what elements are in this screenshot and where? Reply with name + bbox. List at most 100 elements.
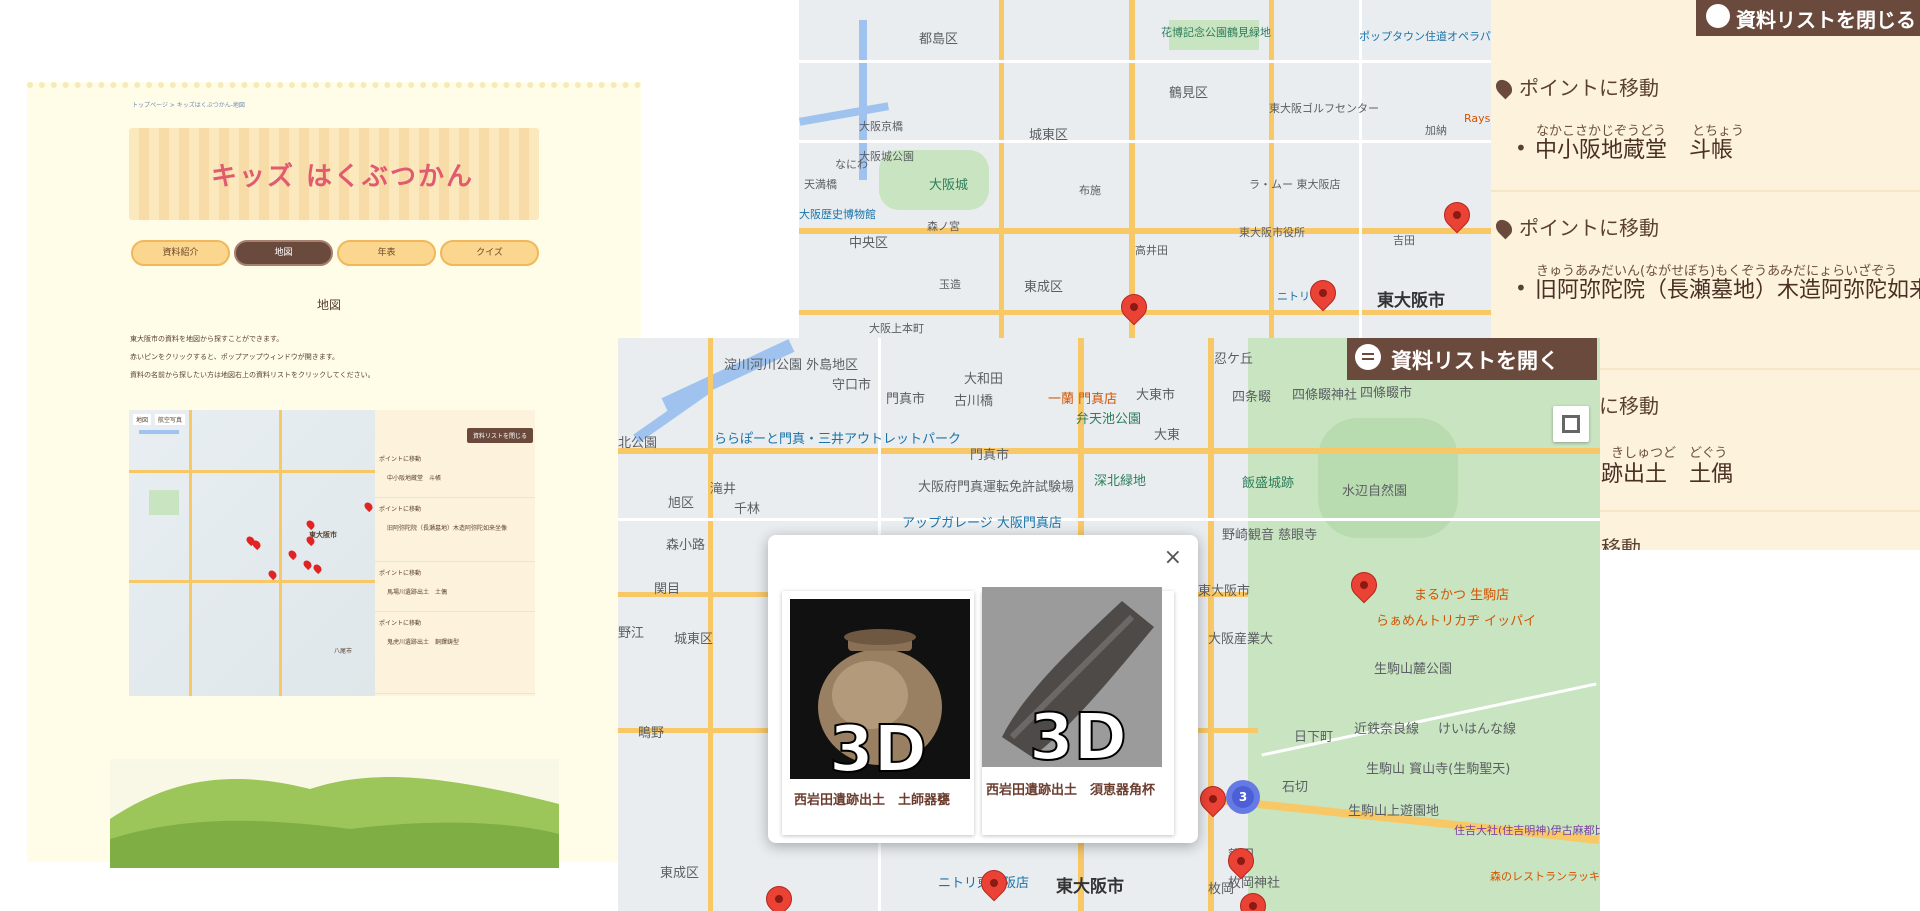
map-label: 旭区 [668,496,695,511]
map-label: 森のレストランラッキーガーデン [1490,870,1600,883]
map-pin[interactable] [286,548,299,561]
map-label: 滝井 [710,482,737,497]
map-label: 大阪産業大 [1208,632,1274,647]
map-pin[interactable] [1194,780,1232,820]
map-label: 森ノ宮 [927,220,960,233]
move-to-point-link[interactable]: ポイントに移動 [379,454,531,463]
map-pin[interactable] [1438,196,1476,236]
map-popup: × 3D 西岩田遺跡出土 土師器甕 3D 西岩田遺跡出土 須恵器角杯 [768,535,1198,843]
list-icon [1706,4,1730,28]
material-card[interactable]: 3D 西岩田遺跡出土 須恵器角杯 [982,587,1174,835]
map-label: 東大阪市役所 [1239,226,1305,239]
card-title[interactable]: 西岩田遺跡出土 土師器甕 [794,791,970,810]
map-label: 大阪上本町 [869,322,924,335]
material-name[interactable]: 鬼虎川遺跡出土 銅鐸鋳型 [379,637,531,646]
list-item[interactable]: ポイントに移動 中小阪地蔵堂 斗帳 [375,450,535,498]
map-label: 大阪歴史博物館 [799,208,876,221]
mini-map[interactable]: 地図 航空写真 東大阪市 八尾市 [129,410,375,696]
move-to-point-link[interactable]: 移動 [1601,532,1641,550]
move-to-point-link[interactable]: ポイントに移動 [379,504,531,513]
map-label: なにわ [835,158,868,171]
map-label: 東大阪市 [1198,584,1251,599]
tab-timeline[interactable]: 年表 [337,240,436,266]
map-label: 都島区 [919,32,959,47]
description-line: 東大阪市の資料を地図から探すことができます。 [130,335,284,343]
map-pin[interactable] [1304,274,1342,314]
map-pin[interactable] [1222,842,1260,882]
map-label: ニトリ [1277,290,1310,303]
list-item[interactable]: ポイントに移動 馬場川遺跡出土 土偶 [375,564,535,612]
close-list-button[interactable]: 資料リストを閉じる [1696,0,1920,36]
map-label: 森小路 [666,538,706,553]
material-name[interactable]: 跡出土 土偶 [1601,456,1733,488]
map-label: 弁天池公園 [1076,412,1142,427]
map-type-button[interactable]: 地図 [133,414,152,425]
map-label: 城東区 [674,632,714,647]
move-to-point-link[interactable]: ポイントに移動 [1492,72,1659,101]
map-pin[interactable] [250,538,263,551]
map-pin[interactable] [975,864,1013,904]
tab-quiz[interactable]: クイズ [440,240,539,266]
map-pin[interactable] [1234,887,1272,911]
move-to-point-link[interactable]: ポイントに移動 [379,568,531,577]
map-label: Rays [1464,112,1491,125]
map-pin[interactable] [266,568,279,581]
map-label: 大東 [1154,428,1181,443]
move-to-point-link[interactable]: ポイントに移動 [1492,212,1659,241]
satellite-button[interactable]: 航空写真 [155,414,186,425]
map-label: 鴫野 [638,726,665,741]
map-label: 門真市 [970,448,1010,463]
close-icon[interactable]: × [1164,545,1182,570]
map-pin[interactable] [362,500,375,513]
map-pin[interactable] [301,558,314,571]
map-label: 中央区 [849,236,889,251]
map-label: 大東市 [1136,388,1176,403]
map-label: 飯盛城跡 [1242,476,1295,491]
close-list-button[interactable]: 資料リストを閉じる [466,428,533,443]
map-pin[interactable] [760,880,798,911]
map-label: 東成区 [660,866,700,881]
road [618,448,1600,454]
list-item[interactable]: ポイントに移動 なかこさかじぞうどう とちょう • 中小阪地蔵堂 斗帳 [1491,58,1920,192]
map-label: 千林 [734,502,761,517]
material-name[interactable]: 中小阪地蔵堂 斗帳 [379,473,531,482]
map-marker-icon [1492,216,1516,240]
map-label: 住吉大社(住吉明神)伊古麻都比古神社 [1454,824,1600,837]
breadcrumb[interactable]: トップページ > キッズはくぶつかん-地図 [132,100,245,109]
fullscreen-icon [1562,415,1580,433]
road [1208,338,1214,911]
material-card[interactable]: 3D 西岩田遺跡出土 土師器甕 [782,591,974,835]
material-name[interactable]: 馬場川遺跡出土 土偶 [379,587,531,596]
map-label: 野江 [618,626,645,641]
description-line: 赤いピンをクリックすると、ポップアップウィンドウが開きます。 [130,353,340,361]
map-label: ポップタウン住道オペラパーク [1359,30,1491,43]
map-label: 古川橋 [954,394,994,409]
fullscreen-button[interactable] [1553,406,1589,442]
map-pin[interactable] [304,518,317,531]
open-list-button[interactable]: 資料リストを開く [1347,338,1597,380]
list-item[interactable]: ポイントに移動 鬼虎川遺跡出土 銅鐸鋳型 [375,614,535,694]
page-title: 地図 [317,298,342,312]
move-to-point-link[interactable]: ポイントに移動 [379,618,531,627]
map-label: 布施 [1079,184,1101,197]
top-map[interactable]: 都島区 城東区 鶴見区 中央区 東成区 東大阪市 大阪城 大阪城公園 大阪歴史博… [799,0,1491,338]
list-icon [1355,344,1381,370]
map-label: 玉造 [939,278,961,291]
map-label: 加納 [1425,124,1447,137]
map-pin[interactable] [1115,288,1153,328]
material-name[interactable]: 旧阿弥陀院（長瀬墓地）木造阿弥陀如来坐像 [1535,272,1920,304]
map-label: 吉田 [1393,234,1415,247]
material-name[interactable]: 旧阿弥陀院（長瀬墓地）木造阿弥陀如来坐像 [379,523,531,532]
tab-map[interactable]: 地図 [234,240,333,266]
tab-materials[interactable]: 資料紹介 [131,240,230,266]
kids-museum-banner: キッズ はくぶつかん [129,128,539,220]
map-pin[interactable] [1345,566,1383,606]
map-label: アップガレージ 大阪門真店 [902,516,1062,531]
marker-cluster[interactable]: 3 [1226,780,1260,814]
map-label: 城東区 [1029,128,1069,143]
material-name[interactable]: 中小阪地蔵堂 斗帳 [1535,132,1733,164]
map-pin[interactable] [311,562,324,575]
list-item[interactable]: ポイントに移動 旧阿弥陀院（長瀬墓地）木造阿弥陀如来坐像 [375,500,535,562]
card-title[interactable]: 西岩田遺跡出土 須恵器角杯 [986,781,1162,800]
map-label: 四條畷神社 [1292,388,1358,403]
